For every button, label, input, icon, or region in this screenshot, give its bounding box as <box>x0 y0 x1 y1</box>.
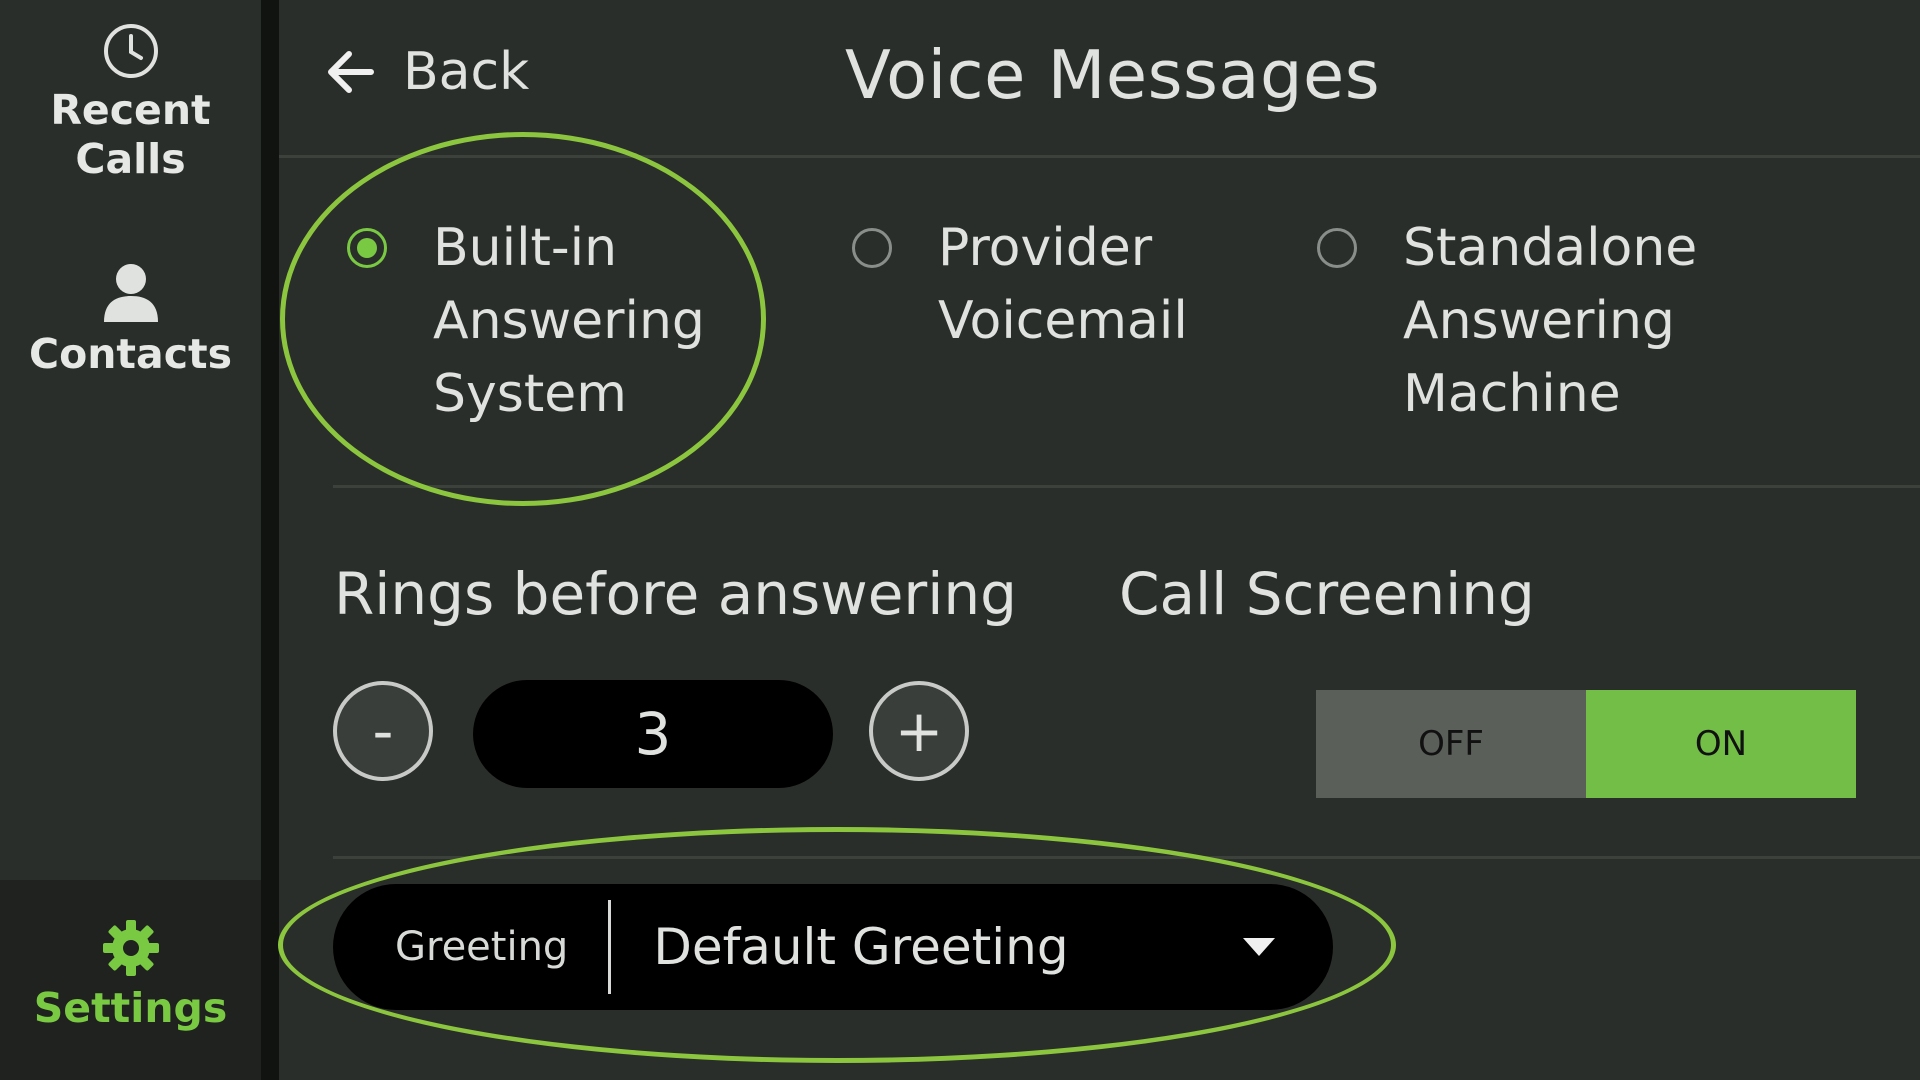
back-button[interactable]: Back <box>327 42 529 102</box>
greeting-value: Default Greeting <box>653 918 1069 976</box>
divider <box>333 485 1920 488</box>
gear-icon <box>102 920 159 976</box>
sidebar-item-recent-calls[interactable]: Recent Calls <box>0 22 261 184</box>
sidebar-item-label: Settings <box>33 984 228 1032</box>
sidebar-item-label: Contacts <box>28 330 233 378</box>
rings-value: 3 <box>473 680 833 788</box>
radio-button-checked[interactable] <box>347 228 387 268</box>
clock-icon <box>103 24 158 78</box>
main-panel: Back Voice Messages Built-in Answering S… <box>279 0 1920 1080</box>
arrow-left-icon <box>328 51 374 93</box>
call-screening-toggle[interactable]: OFF ON <box>1316 690 1856 798</box>
separator <box>608 900 612 994</box>
call-screening-label: Call Screening <box>1119 560 1535 628</box>
sidebar-item-contacts[interactable]: Contacts <box>0 262 261 379</box>
sidebar-divider <box>261 0 279 1080</box>
mode-option-standalone[interactable]: Standalone Answering Machine <box>1317 218 1697 431</box>
greeting-dropdown[interactable]: Greeting Default Greeting <box>333 884 1333 1010</box>
toggle-on-option[interactable]: ON <box>1586 690 1856 798</box>
page-title: Voice Messages <box>845 36 1381 114</box>
mode-option-provider-voicemail[interactable]: Provider Voicemail <box>852 218 1188 358</box>
back-label: Back <box>403 42 530 102</box>
sidebar: Recent Calls Contacts Settings <box>0 0 261 1080</box>
greeting-label: Greeting <box>395 924 569 970</box>
mode-option-built-in[interactable]: Built-in Answering System <box>347 218 705 431</box>
radio-button[interactable] <box>852 228 892 268</box>
mode-option-label: Standalone Answering Machine <box>1403 218 1698 424</box>
divider <box>333 856 1920 859</box>
person-icon <box>103 264 158 322</box>
mode-option-label: Provider Voicemail <box>938 218 1188 351</box>
sidebar-item-settings[interactable]: Settings <box>0 880 261 1080</box>
rings-label: Rings before answering <box>334 560 1017 628</box>
sidebar-item-label: Recent Calls <box>50 86 211 183</box>
increment-button[interactable]: + <box>869 681 969 781</box>
radio-button[interactable] <box>1317 228 1357 268</box>
mode-option-label: Built-in Answering System <box>433 218 705 424</box>
toggle-off-option[interactable]: OFF <box>1316 690 1586 798</box>
divider <box>279 155 1920 158</box>
decrement-button[interactable]: - <box>333 681 433 781</box>
caret-down-icon <box>1243 938 1275 956</box>
